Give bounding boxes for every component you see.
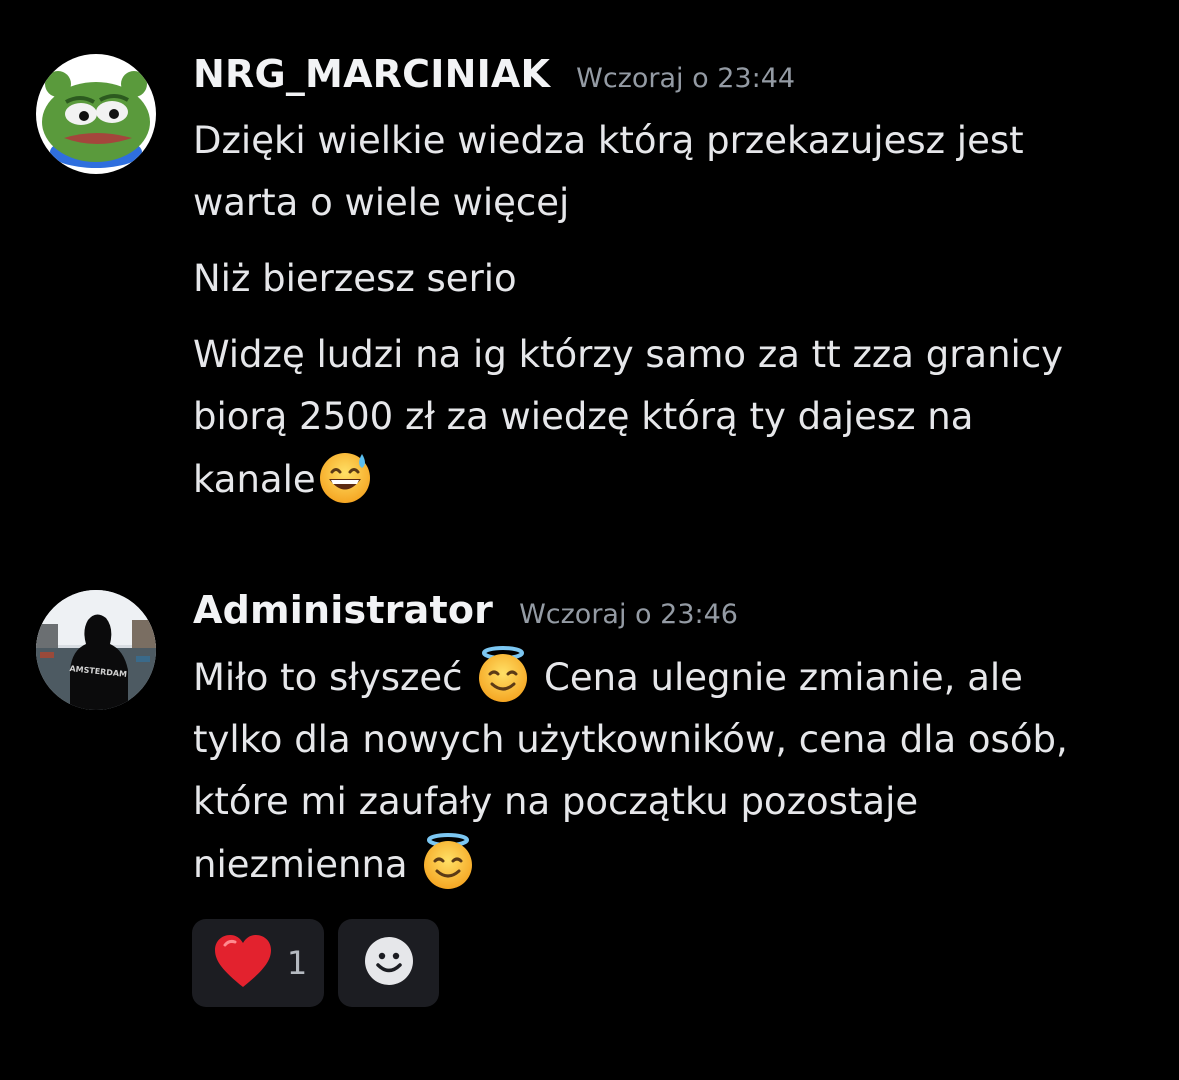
message-text: Miło to słyszeć (193, 656, 475, 699)
message-line: które mi zaufały na początku pozostaje (193, 780, 919, 823)
red-heart-icon (213, 933, 273, 993)
message-line: tylko dla nowych użytkowników, cena dla … (193, 718, 1068, 761)
smiling-face-with-halo-icon (474, 646, 532, 704)
add-reaction-button[interactable] (338, 919, 439, 1007)
reactions-bar: 1 (192, 919, 439, 1007)
message-line: niezmienna (193, 833, 1163, 896)
timestamp: Wczoraj o 23:46 (519, 599, 738, 630)
smiling-face-with-halo-icon (419, 833, 477, 891)
avatar[interactable] (36, 54, 156, 174)
message-line: biorą 2500 zł za wiedzę którą ty dajesz … (193, 395, 974, 438)
message-line: Dzięki wielkie wiedza którą przekazujesz… (193, 119, 1024, 162)
message-line: warta o wiele więcej (193, 181, 570, 224)
hooded-person-amsterdam-avatar: AMSTERDAM (36, 590, 156, 710)
smiley-icon (364, 936, 414, 990)
message-paragraph: Widzę ludzi na ig którzy samo za tt zza … (193, 324, 1163, 511)
grinning-face-with-sweat-icon (316, 448, 374, 506)
avatar[interactable]: AMSTERDAM (36, 590, 156, 710)
message-text: Cena ulegnie zmianie, ale (532, 656, 1023, 699)
message-text: niezmienna (193, 843, 420, 886)
message-line: Miło to słyszeć Cena ulegnie zmianie, al… (193, 646, 1163, 709)
message-line: Niż bierzesz serio (193, 257, 517, 300)
username[interactable]: NRG_MARCINIAK (193, 52, 550, 96)
message-paragraph: Dzięki wielkie wiedza którą przekazujesz… (193, 110, 1163, 234)
reaction-count: 1 (286, 944, 308, 982)
pepe-frog-avatar (36, 54, 156, 174)
message-text: kanale (193, 458, 316, 501)
message-paragraph: Niż bierzesz serio (193, 248, 1163, 310)
username[interactable]: Administrator (193, 588, 493, 632)
timestamp: Wczoraj o 23:44 (576, 63, 796, 94)
message-line: kanale (193, 448, 1163, 511)
message-line: Widzę ludzi na ig którzy samo za tt zza … (193, 333, 1064, 376)
reaction-heart-button[interactable]: 1 (192, 919, 324, 1007)
